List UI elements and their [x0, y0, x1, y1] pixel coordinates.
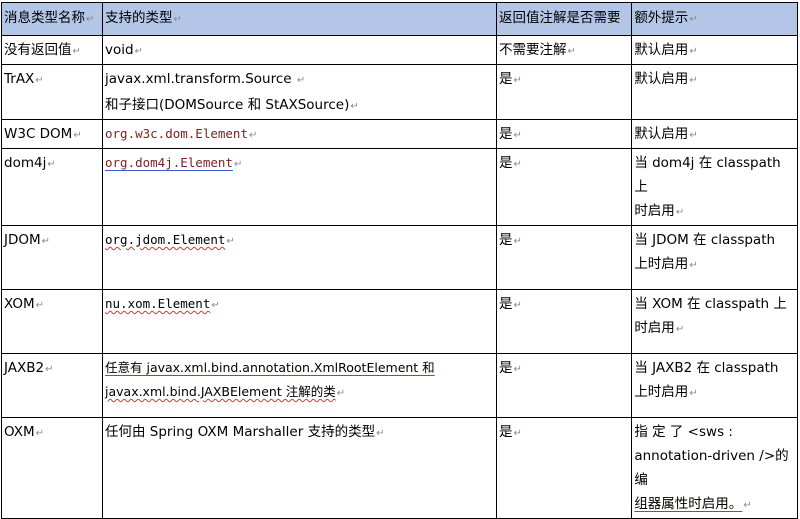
cell-hint: 当 XOM 在 classpath 上时启用↵ — [631, 289, 798, 354]
cell-required: 是↵ — [495, 289, 633, 354]
cell-hint: 当 dom4j 在 classpath 上时启用↵ — [631, 148, 798, 226]
cell-required: 不需要注解↵ — [495, 35, 633, 65]
cell-hint: 指 定 了 <sws : annotation-driven />的编 组器属性时启… — [631, 417, 798, 519]
cell-required: 是↵ — [495, 64, 633, 120]
cell-name: JAXB2↵ — [1, 353, 103, 418]
cell-hint: 默认启用↵ — [631, 119, 798, 149]
cell-type: 任何由 Spring OXM Marshaller 支持的类型↵ — [102, 417, 497, 519]
message-types-table: 消息类型名称↵ 支持的类型↵ 返回值注解是否需要 额外提示↵ 没有返回值↵ vo… — [1, 2, 798, 519]
cell-required: 是↵ — [495, 353, 633, 418]
table-row: dom4j↵ org.dom4j.Element↵ 是↵ 当 dom4j 在 c… — [1, 148, 798, 226]
cell-type: nu.xom.Element↵ — [102, 289, 497, 354]
cell-type: org.dom4j.Element↵ — [102, 148, 497, 226]
cell-type: 任意有 javax.xml.bind.annotation.XmlRootEle… — [102, 353, 497, 418]
header-type: 支持的类型↵ — [102, 2, 497, 36]
cell-type: void↵ — [102, 35, 497, 65]
cell-required: 是↵ — [495, 225, 633, 290]
cell-required: 是↵ — [495, 119, 633, 149]
cell-type: org.w3c.dom.Element↵ — [102, 119, 497, 149]
table-row: W3C DOM↵ org.w3c.dom.Element↵ 是↵ 默认启用↵ — [1, 119, 798, 149]
table-row: JAXB2↵ 任意有 javax.xml.bind.annotation.Xml… — [1, 353, 798, 418]
header-hint: 额外提示↵ — [631, 2, 798, 36]
table-row: XOM↵ nu.xom.Element↵ 是↵ 当 XOM 在 classpat… — [1, 289, 798, 354]
table-row: TrAX↵ javax.xml.transform.Source ↵ 和子接口(D… — [1, 64, 798, 120]
header-required: 返回值注解是否需要 — [495, 2, 633, 36]
header-name: 消息类型名称↵ — [1, 2, 103, 36]
cell-name: OXM↵ — [1, 417, 103, 519]
cell-type: javax.xml.transform.Source ↵ 和子接口(DOMSour… — [102, 64, 497, 120]
table-row: OXM↵ 任何由 Spring OXM Marshaller 支持的类型↵ 是↵… — [1, 417, 798, 519]
cell-type: org.jdom.Element↵ — [102, 225, 497, 290]
cell-name: XOM↵ — [1, 289, 103, 354]
cell-hint: 当 JAXB2 在 classpath 上时启用↵ — [631, 353, 798, 418]
cell-hint: 默认启用↵ — [631, 35, 798, 65]
cell-name: JDOM↵ — [1, 225, 103, 290]
cell-name: TrAX↵ — [1, 64, 103, 120]
cell-required: 是↵ — [495, 148, 633, 226]
cell-hint: 默认启用↵ — [631, 64, 798, 120]
cell-name: 没有返回值↵ — [1, 35, 103, 65]
cell-name: dom4j↵ — [1, 148, 103, 226]
cell-name: W3C DOM↵ — [1, 119, 103, 149]
cell-hint: 当 JDOM 在 classpath 上时启用↵ — [631, 225, 798, 290]
cell-required: 是↵ — [495, 417, 633, 519]
table-row: JDOM↵ org.jdom.Element↵ 是↵ 当 JDOM 在 clas… — [1, 225, 798, 290]
table-header-row: 消息类型名称↵ 支持的类型↵ 返回值注解是否需要 额外提示↵ — [1, 2, 798, 36]
table-row: 没有返回值↵ void↵ 不需要注解↵ 默认启用↵ — [1, 35, 798, 65]
